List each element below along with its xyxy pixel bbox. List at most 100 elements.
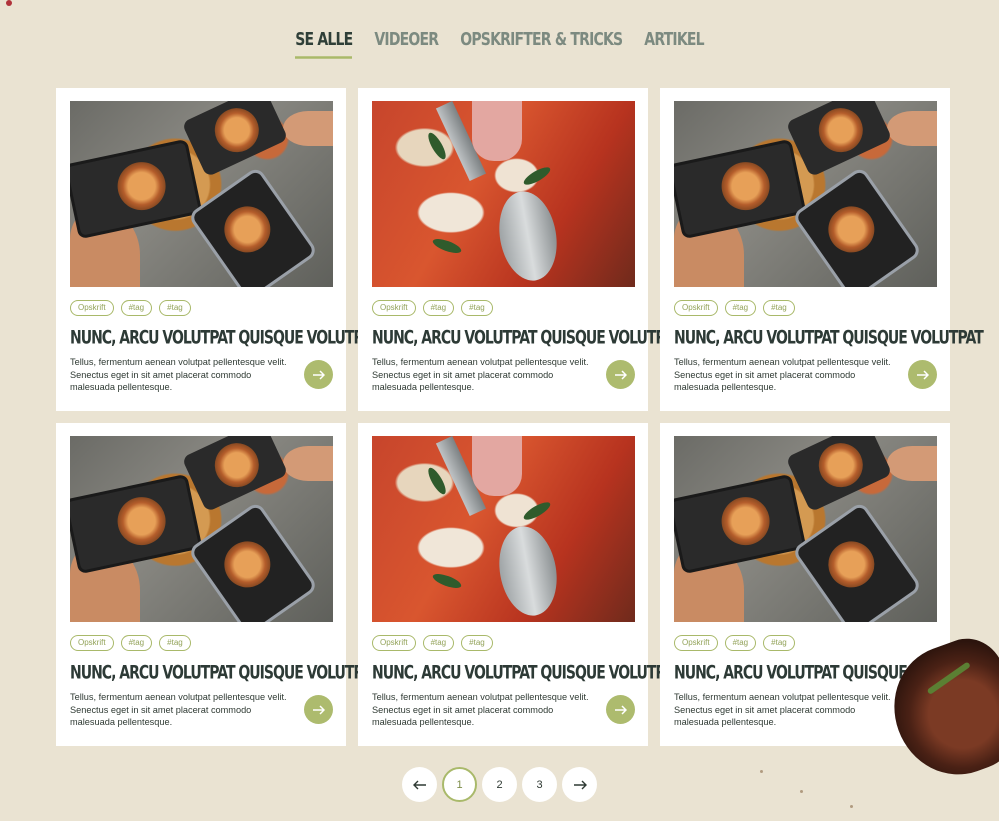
hand [887,111,937,146]
phones-pizza-image [70,101,333,287]
tag-chip[interactable]: #tag [724,300,757,316]
read-more-button[interactable] [606,695,635,724]
phone [187,165,319,287]
article-card[interactable]: Opskrift #tag #tag NUNC, ARCU VOLUTPAT QUIS… [358,88,682,411]
tag-list: Opskrift #tag #tag [70,300,191,316]
article-grid: Opskrift #tag #tag NUNC, ARCU VOLUTPAT QUIS… [56,88,984,746]
phones-pizza-image [674,101,937,287]
tag-chip[interactable]: #tag [461,635,493,651]
hand [887,446,937,481]
cutter-wheel [492,521,564,621]
hand [283,446,333,481]
tag-chip[interactable]: #tag [422,300,455,316]
crumb-decoration [760,770,763,773]
article-card[interactable]: Opskrift #tag #tag NUNC, ARCU VOLUTPAT QUIS… [660,88,984,411]
tag-chip[interactable]: #tag [763,635,795,651]
tag-chip[interactable]: Opskrift [674,635,718,651]
herb-decoration [926,661,971,696]
pizza-cutter-image [372,436,635,622]
card-description: Tellus, fermentum aenean volutpat pellen… [372,692,589,727]
tag-chip[interactable]: Opskrift [674,300,718,316]
basil-leaf [521,499,553,523]
phones-pizza-image [674,436,937,622]
phone [181,101,289,178]
pizza-cutter-image [372,101,635,287]
finger [472,436,522,496]
arrow-right-icon [573,780,587,789]
card-description: Tellus, fermentum aenean volutpat pellen… [70,692,287,727]
card-title: NUNC, ARCU VOLUTPAT QUISQUE VOLUTPAT [70,663,380,684]
tag-chip[interactable]: #tag [763,300,795,316]
phone [791,165,923,287]
arrow-right-icon [615,704,627,715]
tab-se-alle[interactable]: SE ALLE [295,30,353,59]
tag-chip[interactable]: #tag [422,635,455,651]
arrow-right-icon [313,369,325,380]
tag-list: Opskrift #tag #tag [70,635,191,651]
basil-leaf [425,465,449,497]
card-title: NUNC, ARCU VOLUTPAT QUISQUE VOLUTPAT [372,328,682,349]
tag-chip[interactable]: #tag [724,635,757,651]
phone [674,138,807,240]
arrow-right-icon [313,704,325,715]
tag-chip[interactable]: #tag [120,635,153,651]
article-card[interactable]: Opskrift #tag #tag NUNC, ARCU VOLUTPAT QUIS… [56,88,380,411]
phone [785,436,893,513]
page-1-button[interactable]: 1 [442,767,477,802]
next-page-button[interactable] [562,767,597,802]
phone [70,473,203,575]
basil-leaf [431,571,463,591]
card-title: NUNC, ARCU VOLUTPAT QUISQUE VOLUTPAT [372,663,682,684]
hand [283,111,333,146]
card-description: Tellus, fermentum aenean volutpat pellen… [372,357,589,392]
read-more-button[interactable] [304,360,333,389]
tag-chip[interactable]: Opskrift [372,300,416,316]
tab-opskrifter-tricks[interactable]: OPSKRIFTER & TRICKS [460,30,623,54]
category-tabs: SE ALLE VIDEOER OPSKRIFTER & TRICKS ARTI… [0,30,999,59]
finger [472,101,522,161]
tag-chip[interactable]: #tag [461,300,493,316]
crumb-decoration [800,790,803,793]
tag-chip[interactable]: Opskrift [372,635,416,651]
tag-list: Opskrift #tag #tag [372,300,493,316]
read-more-button[interactable] [908,360,937,389]
read-more-button[interactable] [606,360,635,389]
basil-leaf [431,236,463,256]
article-card[interactable]: Opskrift #tag #tag NUNC, ARCU VOLUTPAT QUIS… [358,423,682,746]
cutter-wheel [492,186,564,286]
card-title: NUNC, ARCU VOLUTPAT QUISQUE VOLUTPAT [70,328,380,349]
phone [791,500,923,622]
phone [70,138,203,240]
phone [187,500,319,622]
tag-chip[interactable]: #tag [159,300,191,316]
arrow-left-icon [412,780,426,789]
prev-page-button[interactable] [402,767,437,802]
decorative-dot [6,0,12,6]
card-description: Tellus, fermentum aenean volutpat pellen… [70,357,287,392]
read-more-button[interactable] [304,695,333,724]
article-card[interactable]: Opskrift #tag #tag NUNC, ARCU VOLUTPAT QUIS… [56,423,380,746]
phone [181,436,289,513]
tab-videoer[interactable]: VIDEOER [374,30,439,54]
tag-list: Opskrift #tag #tag [674,300,795,316]
tag-chip[interactable]: Opskrift [70,300,114,316]
tag-list: Opskrift #tag #tag [674,635,795,651]
crumb-decoration [850,805,853,808]
basil-leaf [521,164,553,188]
arrow-right-icon [917,369,929,380]
arrow-right-icon [615,369,627,380]
tag-chip[interactable]: #tag [120,300,153,316]
tag-chip[interactable]: Opskrift [70,635,114,651]
tag-list: Opskrift #tag #tag [372,635,493,651]
tab-artikel[interactable]: ARTIKEL [644,30,704,54]
tag-chip[interactable]: #tag [159,635,191,651]
page-2-button[interactable]: 2 [482,767,517,802]
phone [674,473,807,575]
phones-pizza-image [70,436,333,622]
page-3-button[interactable]: 3 [522,767,557,802]
phone [785,101,893,178]
pagination: 1 2 3 [0,767,999,802]
card-description: Tellus, fermentum aenean volutpat pellen… [674,357,891,392]
card-description: Tellus, fermentum aenean volutpat pellen… [674,692,891,727]
basil-leaf [425,130,449,162]
